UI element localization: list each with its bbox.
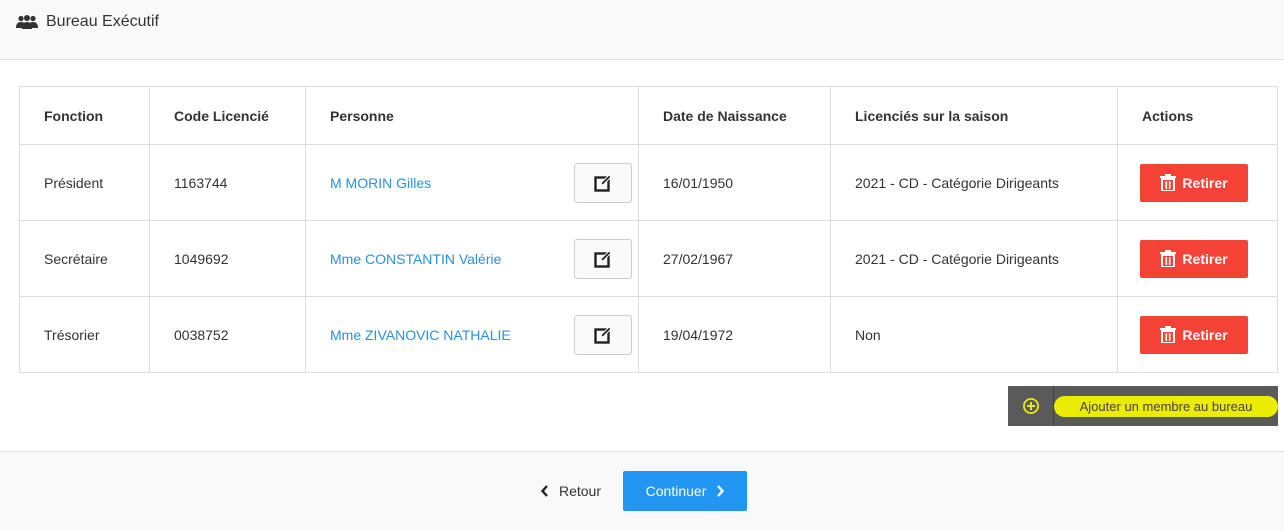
cell-fonction: Trésorier bbox=[19, 296, 150, 373]
bureau-table: Fonction Code Licencié Personne Date de … bbox=[19, 86, 1278, 373]
column-header-actions: Actions bbox=[1117, 86, 1278, 145]
continuer-button[interactable]: Continuer bbox=[623, 471, 748, 511]
plus-circle-icon bbox=[1022, 398, 1039, 414]
column-header-date: Date de Naissance bbox=[638, 86, 831, 145]
cell-date: 27/02/1967 bbox=[638, 220, 831, 297]
trash-icon bbox=[1160, 326, 1177, 343]
chevron-right-icon bbox=[717, 485, 725, 497]
person-link[interactable]: Mme CONSTANTIN Valérie bbox=[330, 251, 501, 267]
cell-fonction: Secrétaire bbox=[19, 220, 150, 297]
column-header-saison: Licenciés sur la saison bbox=[830, 86, 1118, 145]
add-member-icon-box bbox=[1008, 386, 1054, 426]
trash-icon bbox=[1160, 250, 1177, 267]
edit-icon bbox=[594, 249, 612, 268]
cell-actions: Retirer bbox=[1117, 220, 1278, 297]
cell-personne: Mme CONSTANTIN Valérie bbox=[305, 220, 639, 297]
edit-button[interactable] bbox=[574, 314, 632, 355]
cell-personne: Mme ZIVANOVIC NATHALIE bbox=[305, 296, 639, 373]
retirer-label: Retirer bbox=[1182, 250, 1228, 267]
cell-code: 1049692 bbox=[149, 220, 306, 297]
table-row: Trésorier 0038752 Mme ZIVANOVIC NATHALIE… bbox=[19, 296, 1278, 373]
retour-button[interactable]: Retour bbox=[537, 483, 605, 499]
continuer-label: Continuer bbox=[645, 483, 707, 499]
retirer-label: Retirer bbox=[1182, 174, 1228, 191]
table-row: Secrétaire 1049692 Mme CONSTANTIN Valéri… bbox=[19, 220, 1278, 297]
cell-code: 1163744 bbox=[149, 144, 306, 221]
cell-date: 16/01/1950 bbox=[638, 144, 831, 221]
add-member-label-box: Ajouter un membre au bureau bbox=[1054, 386, 1278, 426]
column-header-personne: Personne bbox=[305, 86, 639, 145]
retirer-button[interactable]: Retirer bbox=[1140, 239, 1248, 278]
cell-saison: 2021 - CD - Catégorie Dirigeants bbox=[830, 220, 1118, 297]
retirer-label: Retirer bbox=[1182, 326, 1228, 343]
cell-saison: 2021 - CD - Catégorie Dirigeants bbox=[830, 144, 1118, 221]
footer-bar: Retour Continuer bbox=[0, 451, 1284, 530]
edit-button[interactable] bbox=[574, 238, 632, 279]
cell-actions: Retirer bbox=[1117, 296, 1278, 373]
cell-saison: Non bbox=[830, 296, 1118, 373]
column-header-fonction: Fonction bbox=[19, 86, 150, 145]
add-member-button[interactable]: Ajouter un membre au bureau bbox=[1008, 386, 1278, 426]
edit-button[interactable] bbox=[574, 162, 632, 203]
page-title: Bureau Exécutif bbox=[46, 12, 159, 30]
retour-label: Retour bbox=[558, 483, 602, 499]
column-header-code: Code Licencié bbox=[149, 86, 306, 145]
retirer-button[interactable]: Retirer bbox=[1140, 163, 1248, 202]
edit-icon bbox=[594, 325, 612, 344]
chevron-left-icon bbox=[540, 485, 548, 497]
table-header-row: Fonction Code Licencié Personne Date de … bbox=[19, 86, 1278, 145]
cell-fonction: Président bbox=[19, 144, 150, 221]
cell-personne: M MORIN Gilles bbox=[305, 144, 639, 221]
cell-date: 19/04/1972 bbox=[638, 296, 831, 373]
edit-icon bbox=[594, 173, 612, 192]
table-row: Président 1163744 M MORIN Gilles 16/01/1… bbox=[19, 144, 1278, 221]
retirer-button[interactable]: Retirer bbox=[1140, 315, 1248, 354]
cell-code: 0038752 bbox=[149, 296, 306, 373]
person-link[interactable]: Mme ZIVANOVIC NATHALIE bbox=[330, 327, 511, 343]
add-member-label: Ajouter un membre au bureau bbox=[1054, 395, 1278, 417]
section-header: Bureau Exécutif bbox=[0, 0, 1284, 60]
users-icon bbox=[16, 14, 38, 30]
cell-actions: Retirer bbox=[1117, 144, 1278, 221]
bureau-table-wrapper: Fonction Code Licencié Personne Date de … bbox=[19, 86, 1278, 373]
trash-icon bbox=[1160, 174, 1177, 191]
person-link[interactable]: M MORIN Gilles bbox=[330, 175, 431, 191]
